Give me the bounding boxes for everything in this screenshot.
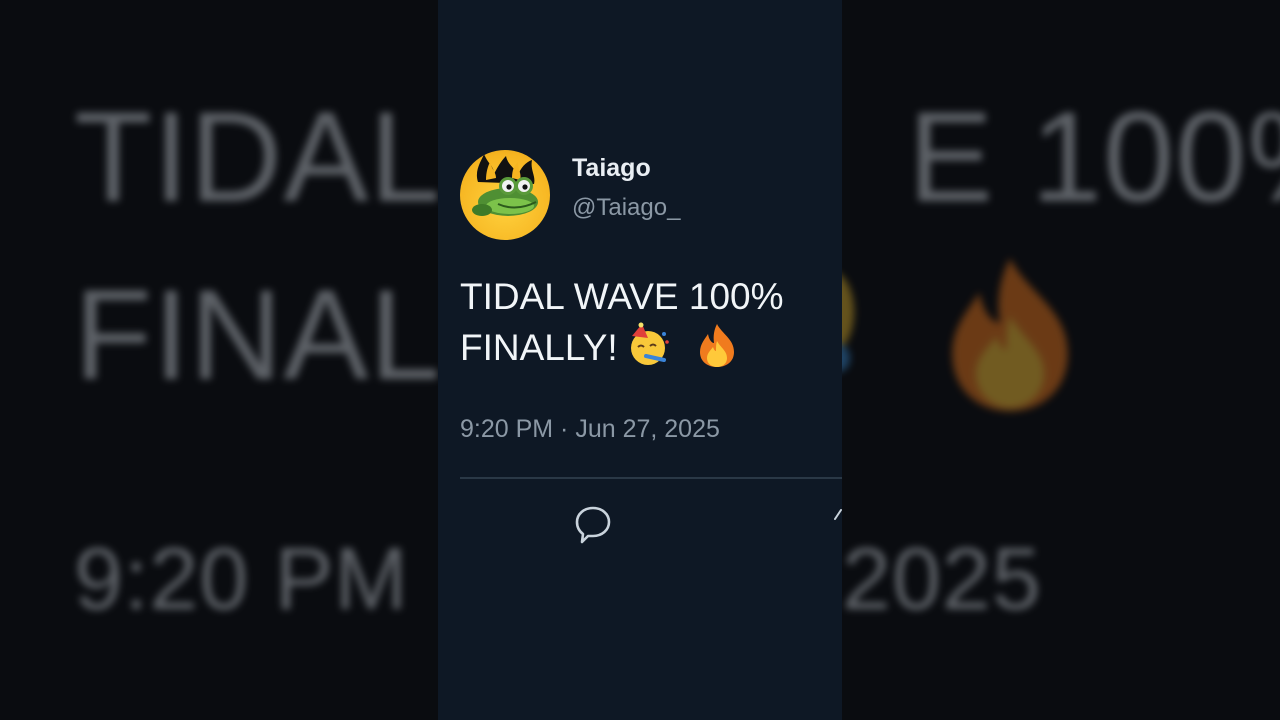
tweet-timestamp[interactable]: 9:20 PM · Jun 27, 2025	[460, 412, 720, 446]
bg-text-line2: FINAL	[74, 264, 442, 407]
frog-fire-avatar-icon	[472, 154, 538, 216]
video-frame: TIDAL E 100% FINAL 9:20 PM 2025	[0, 0, 1280, 720]
author-info: Taiago @Taiago_	[572, 153, 680, 223]
speech-bubble-icon	[575, 506, 611, 544]
bg-fire-icon	[952, 258, 1068, 412]
bg-text-year: 2025	[842, 529, 1042, 628]
divider	[460, 477, 842, 479]
tweet-text-line2: FINALLY!	[460, 327, 618, 368]
tweet-text-line1: TIDAL WAVE 100%	[460, 276, 784, 317]
avatar[interactable]	[460, 150, 550, 240]
bg-text-line1: TIDAL	[74, 86, 442, 229]
bg-text-line1-right: E 100%	[908, 86, 1280, 229]
fire-icon	[699, 324, 734, 367]
tweet-header: Taiago @Taiago_	[460, 150, 680, 240]
tweet-text: TIDAL WAVE 100% FINALLY!	[460, 272, 842, 373]
user-handle[interactable]: @Taiago_	[572, 193, 680, 223]
tweet-card: Taiago @Taiago_ TIDAL WAVE 100% FINALLY!	[438, 0, 842, 720]
tweet-text-line2-wrap: FINALLY!	[460, 322, 842, 373]
display-name[interactable]: Taiago	[572, 153, 680, 183]
reply-button[interactable]	[572, 503, 614, 545]
party-face-icon	[630, 322, 669, 365]
partial-action-icon[interactable]	[834, 508, 842, 520]
bg-text-time: 9:20 PM	[74, 529, 409, 628]
